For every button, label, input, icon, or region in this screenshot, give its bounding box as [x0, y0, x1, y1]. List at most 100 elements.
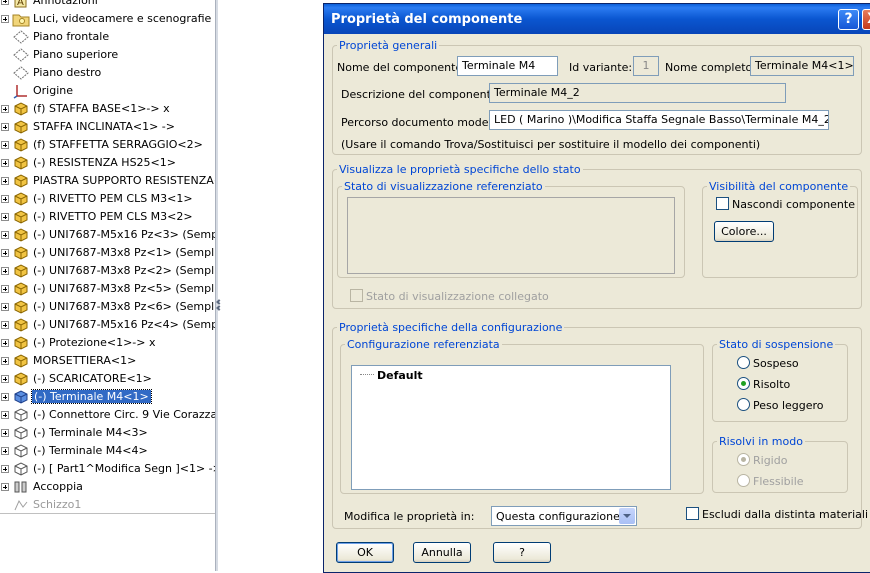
tree-item[interactable]: (-) Terminale M4<1>	[0, 388, 215, 406]
tree-item[interactable]: Luci, videocamere e scenografie	[0, 10, 215, 28]
tree-item[interactable]: (f) STAFFA BASE<1>-> x	[0, 100, 215, 118]
tree-item[interactable]: Piano frontale	[0, 28, 215, 46]
collapse-panel-icon[interactable]	[216, 298, 223, 324]
expand-icon[interactable]	[1, 159, 9, 167]
expand-icon[interactable]	[1, 375, 9, 383]
tree-item[interactable]: PIASTRA SUPPORTO RESISTENZA<1	[0, 172, 215, 190]
modify-properties-dropdown[interactable]: Questa configurazione	[491, 506, 637, 526]
expand-icon[interactable]	[1, 195, 9, 203]
tree-item[interactable]: (-) RIVETTO PEM CLS M3<2>	[0, 208, 215, 226]
expand-icon[interactable]	[1, 0, 9, 5]
full-name-label: Nome completo:	[665, 61, 756, 74]
expand-icon[interactable]	[1, 105, 9, 113]
help-icon[interactable]: ?	[838, 9, 859, 30]
tree-item[interactable]: Piano destro	[0, 64, 215, 82]
expand-icon[interactable]	[1, 429, 9, 437]
tree-item-label: (-) RIVETTO PEM CLS M3<1>	[33, 192, 193, 205]
expand-icon[interactable]	[1, 339, 9, 347]
expand-icon[interactable]	[1, 213, 9, 221]
tree-item[interactable]: (-) RESISTENZA HS25<1>	[0, 154, 215, 172]
part-icon	[12, 335, 30, 351]
part-icon	[12, 137, 30, 153]
tree-item[interactable]: (-) Connettore Circ. 9 Vie Corazza<1	[0, 406, 215, 424]
model-path-field[interactable]: LED ( Marino )\Modifica Staffa Segnale B…	[489, 110, 829, 130]
lights-folder-icon	[12, 11, 30, 27]
expand-icon[interactable]	[1, 285, 9, 293]
hide-component-checkbox[interactable]	[716, 197, 729, 210]
expand-icon[interactable]	[1, 357, 9, 365]
expand-icon[interactable]	[1, 483, 9, 491]
tree-item-label: (-) UNI7687-M5x16 Pz<4> (Semplice)	[33, 318, 215, 331]
part-outline-icon	[12, 443, 30, 459]
chevron-down-icon[interactable]	[619, 508, 635, 524]
close-icon[interactable]: X	[862, 9, 870, 30]
tree-item[interactable]: (-) UNI7687-M3x8 Pz<6> (Semplice)	[0, 298, 215, 316]
modify-properties-value: Questa configurazione	[496, 510, 620, 523]
expand-icon[interactable]	[1, 231, 9, 239]
model-path-label: Percorso documento modello:	[341, 116, 506, 129]
expand-icon[interactable]	[1, 141, 9, 149]
tree-item-label: Accoppia	[33, 480, 83, 493]
tree-item[interactable]: STAFFA INCLINATA<1> ->	[0, 118, 215, 136]
expand-icon[interactable]	[1, 123, 9, 131]
tree-item-label: Piano frontale	[33, 30, 110, 43]
expand-icon[interactable]	[1, 465, 9, 473]
display-state-legend: Visualizza le proprietà specifiche dello…	[339, 163, 581, 176]
expand-icon[interactable]	[1, 303, 9, 311]
tree-item[interactable]: (-) RIVETTO PEM CLS M3<1>	[0, 190, 215, 208]
tree-item-label: (-) UNI7687-M3x8 Pz<6> (Semplice)	[33, 300, 215, 313]
solve-as-legend: Risolvi in modo	[719, 435, 803, 448]
sketch-icon	[12, 497, 30, 513]
tree-item[interactable]: Origine	[0, 82, 215, 100]
configuration-list[interactable]: Default	[351, 365, 671, 490]
tree-item[interactable]: Schizzo1	[0, 496, 215, 514]
expand-icon[interactable]	[1, 177, 9, 185]
expand-icon[interactable]	[1, 321, 9, 329]
tree-item[interactable]: Piano superiore	[0, 46, 215, 64]
component-visibility-legend: Visibilità del componente	[709, 180, 849, 193]
expand-icon[interactable]	[1, 15, 9, 23]
tree-item[interactable]: (-) Terminale M4<4>	[0, 442, 215, 460]
tree-item[interactable]: (-) Terminale M4<3>	[0, 424, 215, 442]
expand-icon[interactable]	[1, 267, 9, 275]
plane-icon	[12, 29, 30, 45]
tree-item[interactable]: (-) [ Part1^Modifica Segn ]<1> ->	[0, 460, 215, 478]
tree-item[interactable]: (-) UNI7687-M3x8 Pz<5> (Semplice)	[0, 280, 215, 298]
radio-lightweight[interactable]	[737, 398, 750, 411]
expand-icon[interactable]	[1, 249, 9, 257]
tree-item[interactable]: (-) UNI7687-M3x8 Pz<2> (Semplice)	[0, 262, 215, 280]
ok-button[interactable]: OK	[336, 542, 394, 563]
expand-icon[interactable]	[1, 393, 9, 401]
exclude-bom-label: Escludi dalla distinta materiali	[702, 508, 868, 521]
panel-splitter[interactable]	[215, 0, 218, 571]
part-icon	[12, 353, 30, 369]
dialog-titlebar[interactable]: Proprietà del componente ? X	[324, 4, 870, 34]
configuration-item-default[interactable]: Default	[377, 369, 423, 382]
part-outline-icon	[12, 425, 30, 441]
component-name-field[interactable]: Terminale M4	[457, 56, 558, 76]
tree-item-label: MORSETTIERA<1>	[33, 354, 137, 367]
tree-item[interactable]: Accoppia	[0, 478, 215, 496]
tree-item-label: STAFFA INCLINATA<1> ->	[33, 120, 175, 133]
referenced-configuration-legend: Configurazione referenziata	[347, 338, 500, 351]
color-button[interactable]: Colore...	[714, 221, 774, 242]
expand-icon[interactable]	[1, 411, 9, 419]
expand-icon[interactable]	[1, 447, 9, 455]
radio-resolved[interactable]	[737, 377, 750, 390]
tree-item[interactable]: (-) UNI7687-M3x8 Pz<1> (Semplice)	[0, 244, 215, 262]
tree-item[interactable]: MORSETTIERA<1>	[0, 352, 215, 370]
radio-suppressed[interactable]	[737, 356, 750, 369]
component-properties-dialog: Proprietà del componente ? X Proprietà g…	[323, 3, 870, 573]
cancel-button[interactable]: Annulla	[413, 542, 471, 563]
exclude-bom-checkbox[interactable]	[686, 507, 699, 520]
tree-item[interactable]: (-) UNI7687-M5x16 Pz<3> (Semplice)	[0, 226, 215, 244]
tree-item-label: (-) Terminale M4<1>	[31, 389, 152, 404]
tree-item[interactable]: (-) UNI7687-M5x16 Pz<4> (Semplice)	[0, 316, 215, 334]
tree-item-label: Piano destro	[33, 66, 102, 79]
tree-item[interactable]: (-) SCARICATORE<1>	[0, 370, 215, 388]
tree-item[interactable]: A Annotazioni	[0, 0, 215, 10]
replace-hint: (Usare il comando Trova/Sostituisci per …	[341, 138, 761, 151]
tree-item[interactable]: (f) STAFFETTA SERRAGGIO<2>	[0, 136, 215, 154]
help-button[interactable]: ?	[493, 542, 551, 563]
tree-item[interactable]: (-) Protezione<1>-> x	[0, 334, 215, 352]
